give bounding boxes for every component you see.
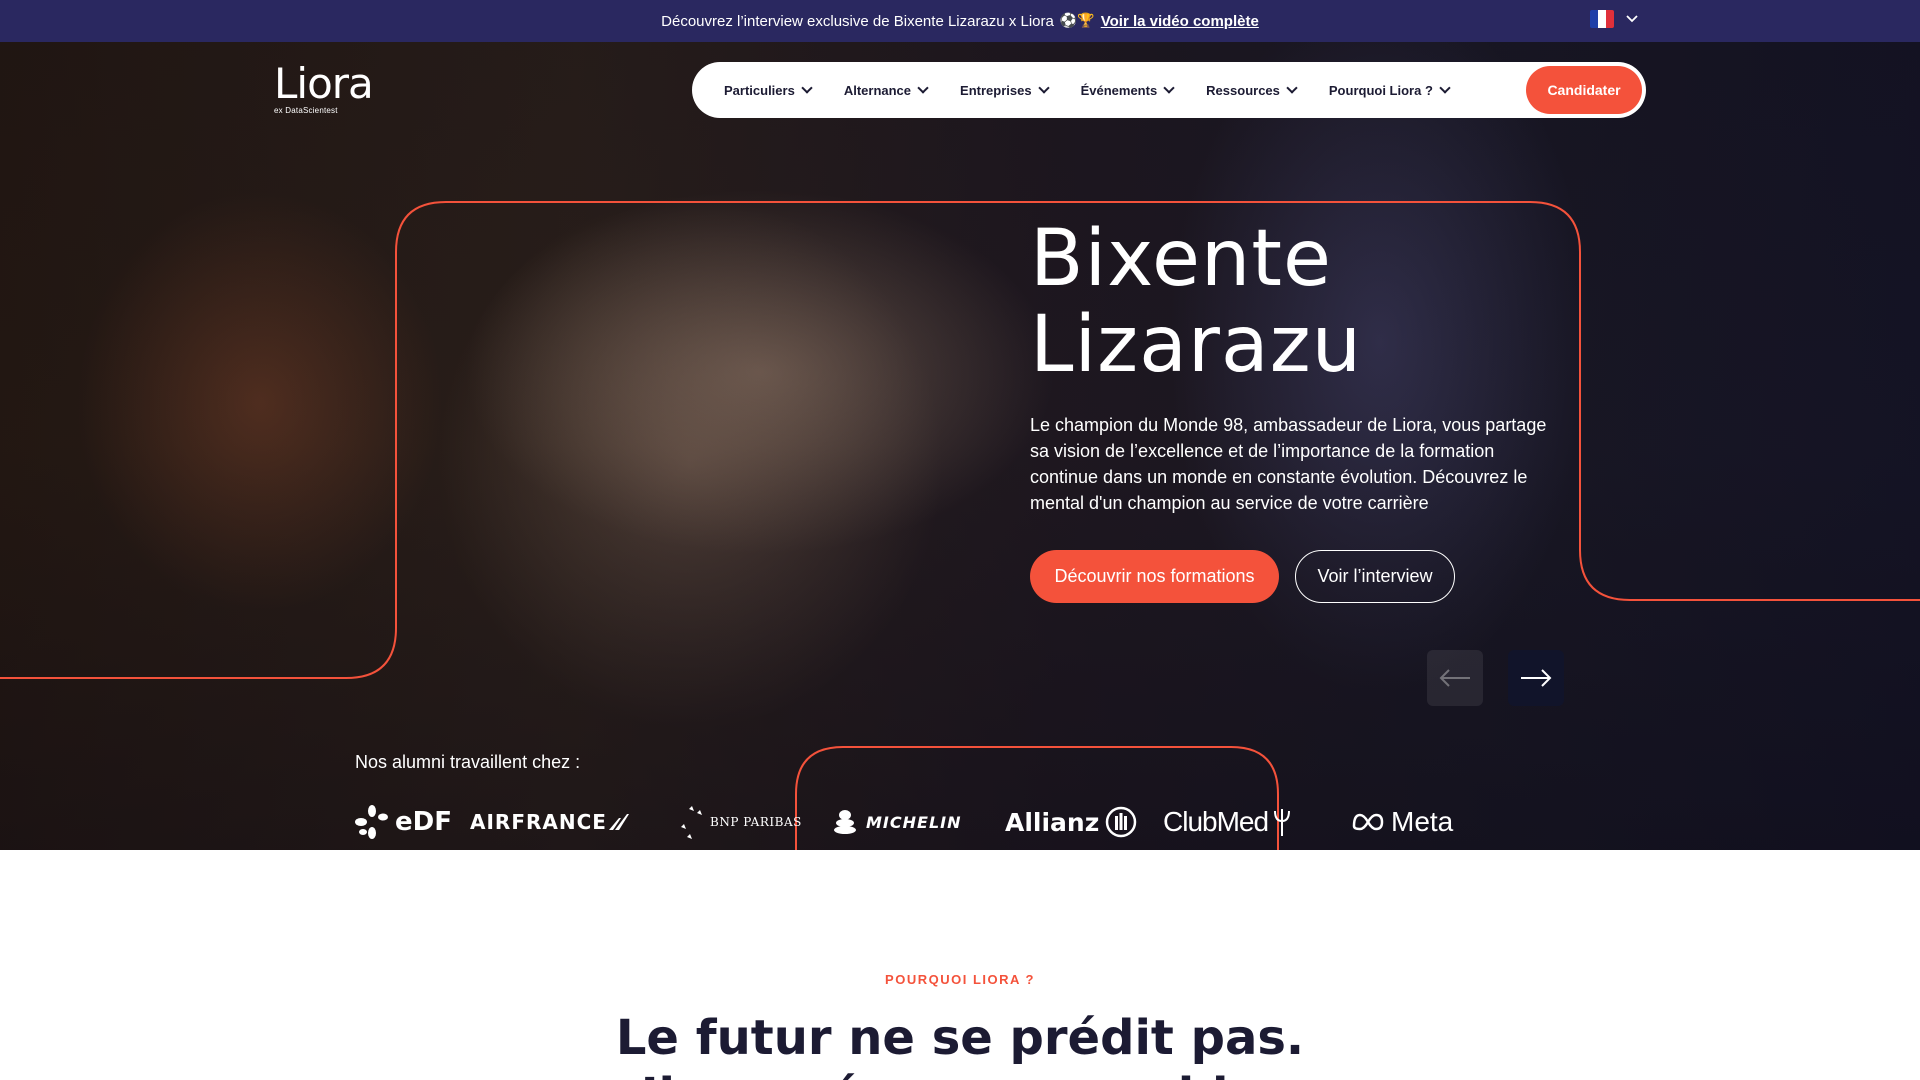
nav-item-entreprises[interactable]: Entreprises — [960, 82, 1050, 98]
nav-item-ressources[interactable]: Ressources — [1206, 82, 1298, 98]
clubmed-trident-icon — [1274, 809, 1291, 836]
watch-video-link[interactable]: Voir la vidéo complète — [1101, 13, 1259, 30]
allianz-eagle-icon — [1106, 806, 1137, 838]
liora-logo[interactable]: Liora ex DataScientest — [274, 62, 394, 120]
chevron-down-icon — [1439, 82, 1451, 94]
carousel-prev-button[interactable] — [1427, 650, 1483, 706]
michelin-wordmark: MICHELIN — [866, 812, 962, 832]
chevron-down-icon — [917, 82, 929, 94]
bnp-stars-icon — [681, 806, 702, 839]
announcement-bar: Découvrez l’interview exclusive de Bixen… — [0, 0, 1920, 42]
michelin-logo: MICHELIN — [830, 787, 961, 850]
nav-item-pourquoi-liora[interactable]: Pourquoi Liora ? — [1328, 82, 1451, 98]
hero-description: Le champion du Monde 98, ambassadeur de … — [1030, 415, 1547, 513]
arrow-right-icon — [1521, 669, 1552, 687]
clubmed-logo: ClubMed — [1163, 787, 1292, 850]
nav-item-label: Particuliers — [724, 82, 795, 98]
hero-title: Bixente Lizarazu — [1030, 216, 1362, 388]
french-flag-icon — [1590, 10, 1614, 28]
nav-item-label: Ressources — [1206, 82, 1280, 98]
candidater-button[interactable]: Candidater — [1526, 66, 1642, 114]
hero-title-line1: Bixente — [1030, 214, 1332, 304]
section-title-partial: Il se prépare ensemble. — [0, 1066, 1920, 1080]
frame-left — [0, 201, 1920, 679]
chevron-down-icon — [801, 82, 813, 94]
hero-section: Liora ex DataScientest Particuliers Alte… — [0, 42, 1920, 850]
clubmed-wordmark: ClubMed — [1163, 806, 1269, 837]
section-eyebrow: POURQUOI LIORA ? — [885, 972, 1035, 987]
nav-item-label: Événements — [1080, 82, 1158, 98]
carousel-next-button[interactable] — [1508, 650, 1564, 706]
michelin-bibendum-icon — [834, 810, 856, 834]
airfrance-logo: AIRFRANCE — [470, 787, 629, 850]
nav-item-label: Pourquoi Liora ? — [1328, 82, 1433, 98]
nav-item-label: Alternance — [843, 82, 912, 98]
airfrance-stripe-icon — [608, 814, 629, 830]
chevron-down-icon — [1626, 15, 1638, 23]
chevron-down-icon — [1286, 82, 1298, 94]
meta-logo: Meta — [1351, 787, 1453, 850]
meta-infinity-icon — [1352, 813, 1384, 831]
hero-decorative-frames — [0, 201, 1920, 850]
alumni-label: Nos alumni travaillent chez : — [355, 752, 581, 772]
partner-logos: eDF AIRFRANCE BNP PARIBAS MICHELIN Allia… — [355, 787, 1555, 850]
football-trophy-emoji: ⚽🏆 — [1059, 13, 1095, 29]
allianz-wordmark: Allianz — [1005, 807, 1100, 837]
allianz-logo: Allianz — [1005, 787, 1137, 850]
logo-subtitle: ex DataScientest — [274, 106, 338, 115]
arrow-left-icon — [1439, 669, 1470, 687]
discover-courses-button[interactable]: Découvrir nos formations — [1030, 550, 1279, 603]
logo-wordmark: Liora — [274, 59, 374, 108]
chevron-down-icon — [1037, 82, 1050, 94]
announcement-text: Découvrez l’interview exclusive de Bixen… — [661, 12, 1054, 30]
hero-title-line2: Lizarazu — [1030, 300, 1363, 390]
watch-interview-button[interactable]: Voir l’interview — [1295, 550, 1455, 603]
language-selector[interactable] — [1590, 10, 1638, 28]
airfrance-wordmark: AIRFRANCE — [470, 810, 607, 834]
bnp-wordmark: BNP PARIBAS — [710, 815, 802, 829]
meta-wordmark: Meta — [1391, 806, 1454, 837]
nav-item-label: Entreprises — [960, 82, 1032, 98]
bnp-paribas-logo: BNP PARIBAS — [680, 787, 802, 850]
edf-flower-icon — [355, 805, 388, 839]
nav-item-alternance[interactable]: Alternance — [843, 82, 929, 98]
edf-wordmark: eDF — [395, 807, 452, 837]
edf-logo: eDF — [355, 787, 452, 850]
nav-item-evenements[interactable]: Événements — [1080, 82, 1175, 98]
nav-item-particuliers[interactable]: Particuliers — [724, 82, 813, 98]
chevron-down-icon — [1163, 82, 1175, 94]
section-title: Le futur ne se prédit pas. — [615, 1010, 1305, 1066]
main-navigation: Particuliers Alternance Entreprises Évén… — [692, 62, 1646, 118]
